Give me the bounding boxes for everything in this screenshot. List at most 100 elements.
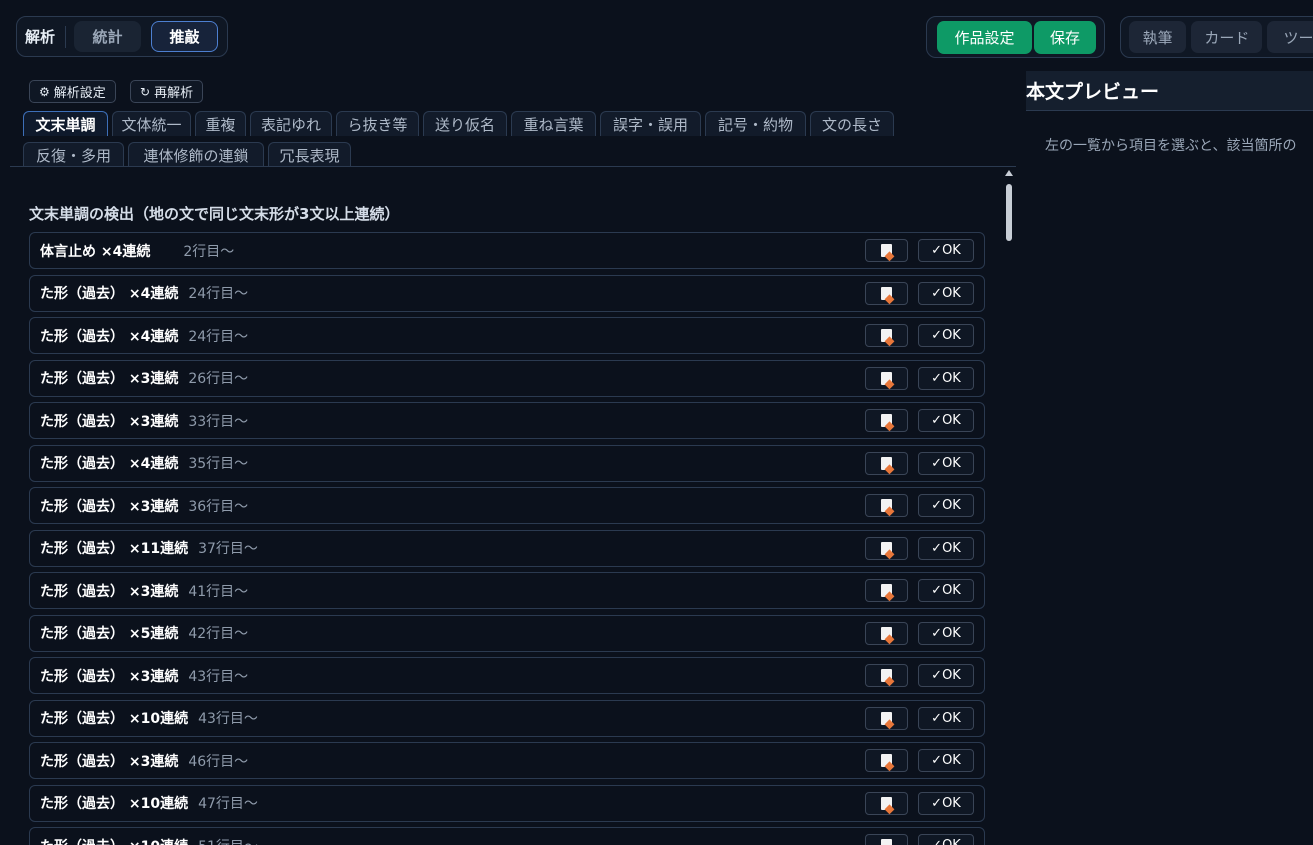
jump-to-text-button[interactable] [865,621,908,645]
ok-button[interactable]: ✓OK [918,324,974,347]
result-label: た形（過去） ×10連続 [40,711,189,727]
ok-button[interactable]: ✓OK [918,281,974,305]
scroll-up-arrow-icon[interactable] [1005,170,1013,176]
result-line-number: 43行目〜 [188,668,249,685]
tab-modifier-chain[interactable]: 連体修飾の連鎖 [128,142,264,167]
row-actions: ✓OK [865,536,974,560]
tab-typos[interactable]: 誤字・誤用 [600,111,701,136]
tab-ra-omission[interactable]: ら抜き等 [336,111,419,136]
reanalyze-button[interactable]: ↻ 再解析 [130,80,204,103]
document-icon [881,626,892,640]
result-row[interactable]: た形（過去） ×4連続 35行目〜 ✓OK [29,444,985,482]
result-label: た形（過去） ×11連続 [40,541,189,557]
preview-title: 本文プレビュー [1026,81,1160,103]
result-row[interactable]: た形（過去） ×3連続 26行目〜 ✓OK [29,359,985,397]
result-line-number: 35行目〜 [188,456,249,472]
result-label: た形（過去） ×3連続 [40,413,179,430]
work-settings-button[interactable]: 作品設定 [937,20,1032,54]
row-actions: ✓OK [865,791,974,815]
ok-button[interactable]: ✓OK [918,791,974,815]
proofread-tab-button[interactable]: 推敲 [151,21,219,52]
result-row[interactable]: た形（過去） ×3連続 33行目〜 ✓OK [29,402,985,439]
tab-duplication[interactable]: 重複 [195,111,246,136]
analysis-settings-button[interactable]: ⚙ 解析設定 [29,80,116,103]
row-actions: ✓OK [865,451,974,475]
jump-to-text-button[interactable] [865,451,908,475]
document-icon [881,329,892,342]
mode-tab-tools[interactable]: ツー [1267,21,1313,53]
result-row[interactable]: た形（過去） ×3連続 46行目〜 ✓OK [29,742,985,779]
result-label: た形（過去） ×3連続 [40,371,179,387]
row-actions: ✓OK [865,409,974,432]
view-switcher: 解析 統計 推敲 [16,16,228,57]
document-icon [881,839,892,845]
jump-to-text-button[interactable] [865,579,908,602]
jump-to-text-button[interactable] [865,239,908,262]
tab-style-consistency[interactable]: 文体統一 [112,111,191,136]
result-row[interactable]: 体言止め ×4連続 2行目〜 ✓OK [29,232,985,269]
row-actions: ✓OK [865,366,974,390]
tab-repetition[interactable]: 反復・多用 [23,142,124,167]
result-label: た形（過去） ×3連続 [40,583,179,600]
ok-button[interactable]: ✓OK [918,749,974,772]
scrollbar[interactable] [1003,168,1016,845]
stats-tab-button[interactable]: 統計 [74,21,142,52]
ok-button[interactable]: ✓OK [918,536,974,560]
save-button[interactable]: 保存 [1034,20,1096,54]
ok-button[interactable]: ✓OK [918,706,974,730]
tab-verbose-expression[interactable]: 冗長表現 [268,142,351,167]
result-label: 体言止め ×4連続 [40,243,151,260]
result-row[interactable]: た形（過去） ×10連続 47行目〜 ✓OK [29,784,985,822]
jump-to-text-button[interactable] [865,664,908,687]
ok-button[interactable]: ✓OK [918,621,974,645]
result-line-number: 43行目〜 [198,711,258,727]
jump-to-text-button[interactable] [865,281,908,305]
gear-icon: ⚙ [39,84,50,99]
check-tabs-row-1: 文末単調 文体統一 重複 表記ゆれ ら抜き等 送り仮名 重ね言葉 誤字・誤用 記… [23,111,898,136]
jump-to-text-button[interactable] [865,494,908,517]
ok-button[interactable]: ✓OK [918,664,974,687]
jump-to-text-button[interactable] [865,706,908,730]
jump-to-text-button[interactable] [865,791,908,815]
section-title: 文末単調の検出（地の文で同じ文末形が3文以上連続） [29,205,400,223]
ok-button[interactable]: ✓OK [918,494,974,517]
document-icon [881,754,892,767]
result-row[interactable]: た形（過去） ×10連続 51行目〜 ✓OK [29,827,985,845]
document-icon [881,584,892,597]
jump-to-text-button[interactable] [865,536,908,560]
tab-okurigana[interactable]: 送り仮名 [423,111,507,136]
document-icon [881,669,892,682]
ok-button[interactable]: ✓OK [918,239,974,262]
result-row[interactable]: た形（過去） ×3連続 43行目〜 ✓OK [29,657,985,694]
result-row[interactable]: た形（過去） ×4連続 24行目〜 ✓OK [29,274,985,312]
ok-button[interactable]: ✓OK [918,409,974,432]
reanalyze-label: 再解析 [154,86,194,101]
document-actions: 作品設定 保存 [926,16,1105,58]
results-list: 体言止め ×4連続 2行目〜 ✓OK た形（過去） ×4連続 24行目〜 ✓OK た形（過去… [29,232,985,845]
jump-to-text-button[interactable] [865,834,908,845]
result-row[interactable]: た形（過去） ×11連続 37行目〜 ✓OK [29,529,985,567]
result-row[interactable]: た形（過去） ×3連続 41行目〜 ✓OK [29,572,985,609]
result-row[interactable]: た形（過去） ×3連続 36行目〜 ✓OK [29,487,985,524]
result-row[interactable]: た形（過去） ×10連続 43行目〜 ✓OK [29,699,985,737]
result-line-number: 42行目〜 [188,626,249,642]
mode-tab-writing[interactable]: 執筆 [1129,21,1187,53]
ok-button[interactable]: ✓OK [918,451,974,475]
ok-button[interactable]: ✓OK [918,366,974,390]
tab-redundant-words[interactable]: 重ね言葉 [511,111,596,136]
jump-to-text-button[interactable] [865,324,908,347]
jump-to-text-button[interactable] [865,366,908,390]
mode-tab-cards[interactable]: カード [1191,21,1263,53]
result-row[interactable]: た形（過去） ×4連続 24行目〜 ✓OK [29,317,985,354]
tab-notation-variation[interactable]: 表記ゆれ [250,111,332,136]
row-actions: ✓OK [865,621,974,645]
ok-button[interactable]: ✓OK [918,834,974,845]
scrollbar-thumb[interactable] [1006,184,1012,241]
ok-button[interactable]: ✓OK [918,579,974,602]
result-row[interactable]: た形（過去） ×5連続 42行目〜 ✓OK [29,614,985,652]
jump-to-text-button[interactable] [865,409,908,432]
jump-to-text-button[interactable] [865,749,908,772]
tab-sentence-ending[interactable]: 文末単調 [23,111,108,136]
tab-symbols[interactable]: 記号・約物 [705,111,806,136]
tab-sentence-length[interactable]: 文の長さ [810,111,894,136]
